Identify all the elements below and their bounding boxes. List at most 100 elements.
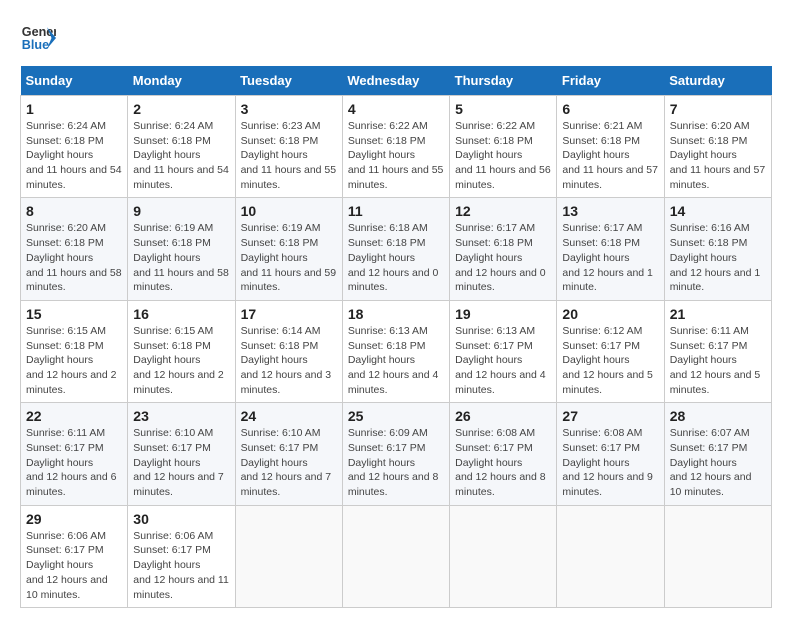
day-number: 26 [455, 408, 551, 424]
day-detail: Sunrise: 6:17 AMSunset: 6:18 PMDaylight … [562, 221, 658, 294]
header-saturday: Saturday [664, 66, 771, 96]
calendar-cell: 17 Sunrise: 6:14 AMSunset: 6:18 PMDaylig… [235, 300, 342, 402]
calendar-cell: 22 Sunrise: 6:11 AMSunset: 6:17 PMDaylig… [21, 403, 128, 505]
day-detail: Sunrise: 6:23 AMSunset: 6:18 PMDaylight … [241, 119, 337, 192]
calendar-cell: 20 Sunrise: 6:12 AMSunset: 6:17 PMDaylig… [557, 300, 664, 402]
day-number: 24 [241, 408, 337, 424]
day-detail: Sunrise: 6:16 AMSunset: 6:18 PMDaylight … [670, 221, 766, 294]
day-number: 17 [241, 306, 337, 322]
day-number: 18 [348, 306, 444, 322]
calendar-cell: 18 Sunrise: 6:13 AMSunset: 6:18 PMDaylig… [342, 300, 449, 402]
day-number: 22 [26, 408, 122, 424]
day-detail: Sunrise: 6:11 AMSunset: 6:17 PMDaylight … [26, 426, 122, 499]
day-detail: Sunrise: 6:19 AMSunset: 6:18 PMDaylight … [241, 221, 337, 294]
calendar-week-3: 22 Sunrise: 6:11 AMSunset: 6:17 PMDaylig… [21, 403, 772, 505]
calendar-cell: 24 Sunrise: 6:10 AMSunset: 6:17 PMDaylig… [235, 403, 342, 505]
calendar-cell [664, 505, 771, 607]
day-number: 13 [562, 203, 658, 219]
calendar-cell [235, 505, 342, 607]
day-number: 30 [133, 511, 229, 527]
header-thursday: Thursday [450, 66, 557, 96]
day-number: 25 [348, 408, 444, 424]
header-friday: Friday [557, 66, 664, 96]
calendar-cell: 26 Sunrise: 6:08 AMSunset: 6:17 PMDaylig… [450, 403, 557, 505]
day-number: 15 [26, 306, 122, 322]
calendar-cell: 4 Sunrise: 6:22 AMSunset: 6:18 PMDayligh… [342, 96, 449, 198]
day-number: 9 [133, 203, 229, 219]
calendar-week-2: 15 Sunrise: 6:15 AMSunset: 6:18 PMDaylig… [21, 300, 772, 402]
calendar-cell: 1 Sunrise: 6:24 AMSunset: 6:18 PMDayligh… [21, 96, 128, 198]
calendar-cell: 9 Sunrise: 6:19 AMSunset: 6:18 PMDayligh… [128, 198, 235, 300]
day-number: 10 [241, 203, 337, 219]
calendar-cell: 28 Sunrise: 6:07 AMSunset: 6:17 PMDaylig… [664, 403, 771, 505]
day-number: 7 [670, 101, 766, 117]
day-detail: Sunrise: 6:12 AMSunset: 6:17 PMDaylight … [562, 324, 658, 397]
day-number: 11 [348, 203, 444, 219]
calendar-cell: 14 Sunrise: 6:16 AMSunset: 6:18 PMDaylig… [664, 198, 771, 300]
day-number: 4 [348, 101, 444, 117]
day-detail: Sunrise: 6:24 AMSunset: 6:18 PMDaylight … [26, 119, 122, 192]
day-detail: Sunrise: 6:17 AMSunset: 6:18 PMDaylight … [455, 221, 551, 294]
calendar-cell: 27 Sunrise: 6:08 AMSunset: 6:17 PMDaylig… [557, 403, 664, 505]
day-number: 12 [455, 203, 551, 219]
day-number: 1 [26, 101, 122, 117]
calendar-body: 1 Sunrise: 6:24 AMSunset: 6:18 PMDayligh… [21, 96, 772, 608]
day-detail: Sunrise: 6:22 AMSunset: 6:18 PMDaylight … [455, 119, 551, 192]
day-number: 20 [562, 306, 658, 322]
day-number: 19 [455, 306, 551, 322]
day-detail: Sunrise: 6:10 AMSunset: 6:17 PMDaylight … [133, 426, 229, 499]
day-detail: Sunrise: 6:11 AMSunset: 6:17 PMDaylight … [670, 324, 766, 397]
day-detail: Sunrise: 6:07 AMSunset: 6:17 PMDaylight … [670, 426, 766, 499]
day-number: 21 [670, 306, 766, 322]
calendar-cell: 25 Sunrise: 6:09 AMSunset: 6:17 PMDaylig… [342, 403, 449, 505]
calendar-cell: 6 Sunrise: 6:21 AMSunset: 6:18 PMDayligh… [557, 96, 664, 198]
calendar-cell: 19 Sunrise: 6:13 AMSunset: 6:17 PMDaylig… [450, 300, 557, 402]
calendar-cell: 30 Sunrise: 6:06 AMSunset: 6:17 PMDaylig… [128, 505, 235, 607]
calendar-cell: 11 Sunrise: 6:18 AMSunset: 6:18 PMDaylig… [342, 198, 449, 300]
day-number: 29 [26, 511, 122, 527]
logo: General Blue [20, 20, 56, 56]
svg-text:Blue: Blue [22, 38, 49, 52]
calendar-cell: 3 Sunrise: 6:23 AMSunset: 6:18 PMDayligh… [235, 96, 342, 198]
day-detail: Sunrise: 6:10 AMSunset: 6:17 PMDaylight … [241, 426, 337, 499]
page-header: General Blue [20, 20, 772, 56]
calendar-header-row: SundayMondayTuesdayWednesdayThursdayFrid… [21, 66, 772, 96]
calendar-cell: 15 Sunrise: 6:15 AMSunset: 6:18 PMDaylig… [21, 300, 128, 402]
day-number: 5 [455, 101, 551, 117]
header-wednesday: Wednesday [342, 66, 449, 96]
header-sunday: Sunday [21, 66, 128, 96]
day-detail: Sunrise: 6:08 AMSunset: 6:17 PMDaylight … [455, 426, 551, 499]
calendar-week-4: 29 Sunrise: 6:06 AMSunset: 6:17 PMDaylig… [21, 505, 772, 607]
day-detail: Sunrise: 6:18 AMSunset: 6:18 PMDaylight … [348, 221, 444, 294]
calendar-cell: 7 Sunrise: 6:20 AMSunset: 6:18 PMDayligh… [664, 96, 771, 198]
header-monday: Monday [128, 66, 235, 96]
day-detail: Sunrise: 6:08 AMSunset: 6:17 PMDaylight … [562, 426, 658, 499]
calendar-week-0: 1 Sunrise: 6:24 AMSunset: 6:18 PMDayligh… [21, 96, 772, 198]
calendar-cell: 10 Sunrise: 6:19 AMSunset: 6:18 PMDaylig… [235, 198, 342, 300]
day-detail: Sunrise: 6:19 AMSunset: 6:18 PMDaylight … [133, 221, 229, 294]
calendar-cell: 12 Sunrise: 6:17 AMSunset: 6:18 PMDaylig… [450, 198, 557, 300]
day-detail: Sunrise: 6:14 AMSunset: 6:18 PMDaylight … [241, 324, 337, 397]
day-number: 14 [670, 203, 766, 219]
day-number: 27 [562, 408, 658, 424]
calendar-cell [557, 505, 664, 607]
day-number: 6 [562, 101, 658, 117]
calendar-cell [450, 505, 557, 607]
header-tuesday: Tuesday [235, 66, 342, 96]
calendar-cell: 5 Sunrise: 6:22 AMSunset: 6:18 PMDayligh… [450, 96, 557, 198]
day-number: 23 [133, 408, 229, 424]
calendar-table: SundayMondayTuesdayWednesdayThursdayFrid… [20, 66, 772, 608]
day-detail: Sunrise: 6:06 AMSunset: 6:17 PMDaylight … [26, 529, 122, 602]
day-detail: Sunrise: 6:13 AMSunset: 6:17 PMDaylight … [455, 324, 551, 397]
day-detail: Sunrise: 6:21 AMSunset: 6:18 PMDaylight … [562, 119, 658, 192]
day-detail: Sunrise: 6:15 AMSunset: 6:18 PMDaylight … [133, 324, 229, 397]
day-detail: Sunrise: 6:20 AMSunset: 6:18 PMDaylight … [670, 119, 766, 192]
day-detail: Sunrise: 6:06 AMSunset: 6:17 PMDaylight … [133, 529, 229, 602]
day-number: 3 [241, 101, 337, 117]
calendar-cell: 2 Sunrise: 6:24 AMSunset: 6:18 PMDayligh… [128, 96, 235, 198]
calendar-cell [342, 505, 449, 607]
calendar-cell: 13 Sunrise: 6:17 AMSunset: 6:18 PMDaylig… [557, 198, 664, 300]
calendar-cell: 16 Sunrise: 6:15 AMSunset: 6:18 PMDaylig… [128, 300, 235, 402]
day-detail: Sunrise: 6:13 AMSunset: 6:18 PMDaylight … [348, 324, 444, 397]
day-number: 28 [670, 408, 766, 424]
